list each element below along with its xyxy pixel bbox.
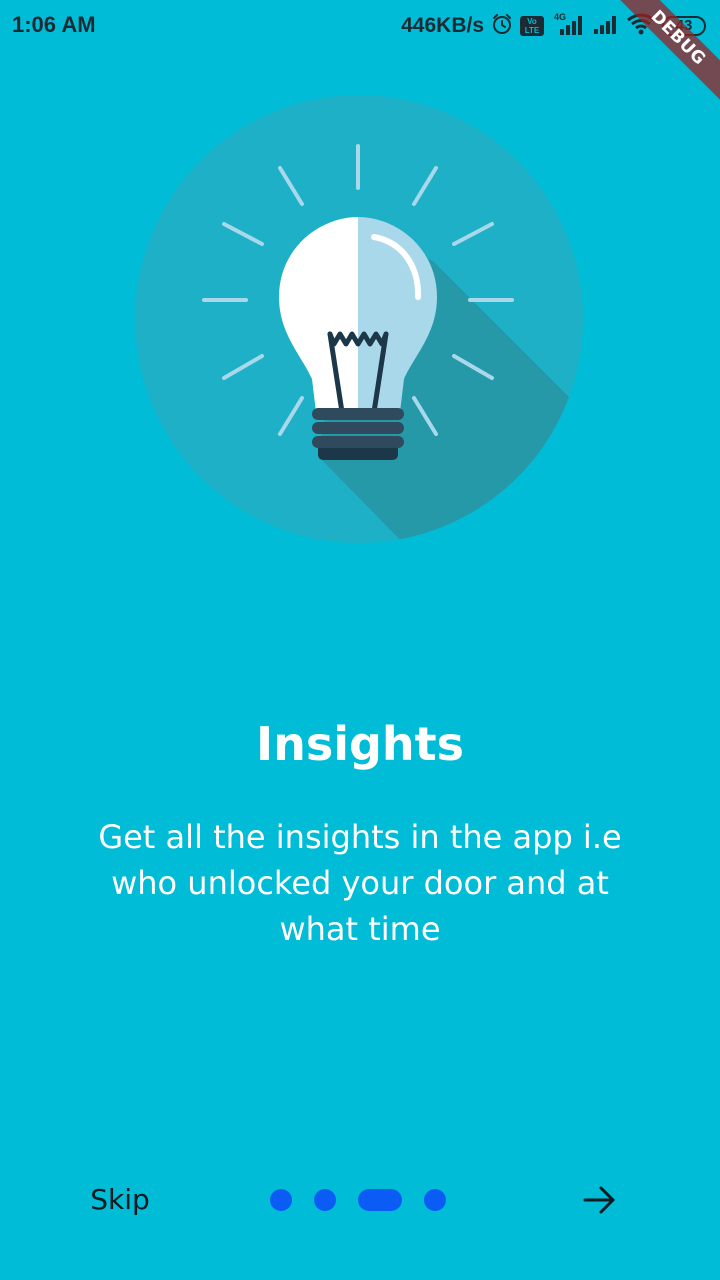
page-dot[interactable] [314, 1189, 336, 1211]
volte-icon: Vo LTE [520, 16, 544, 36]
signal-icon [592, 13, 620, 39]
network-type-label: 4G [554, 12, 566, 22]
signal-icon: 4G [550, 11, 586, 41]
net-speed: 446KB/s [401, 14, 484, 37]
alarm-icon [490, 12, 514, 40]
onboarding-title: Insights [255, 717, 465, 771]
status-bar: 1:06 AM 446KB/s Vo LTE 4G 43 [0, 0, 720, 52]
bulb-base [312, 408, 404, 460]
page-dot[interactable] [270, 1189, 292, 1211]
status-time: 1:06 AM [12, 12, 96, 37]
status-icons: 446KB/s Vo LTE 4G 43 [401, 10, 706, 42]
lightbulb-illustration [134, 94, 584, 544]
skip-button[interactable]: Skip [80, 1176, 160, 1224]
wifi-icon [626, 12, 656, 40]
lightbulb-icon [135, 95, 583, 543]
page-dot-active[interactable] [358, 1189, 402, 1211]
arrow-right-icon [583, 1186, 615, 1214]
page-indicator [270, 1189, 446, 1211]
battery-icon: 43 [662, 16, 706, 36]
next-button[interactable] [576, 1176, 624, 1224]
onboarding-description: Get all the insights in the app i.e who … [98, 818, 622, 948]
page-dot[interactable] [424, 1189, 446, 1211]
